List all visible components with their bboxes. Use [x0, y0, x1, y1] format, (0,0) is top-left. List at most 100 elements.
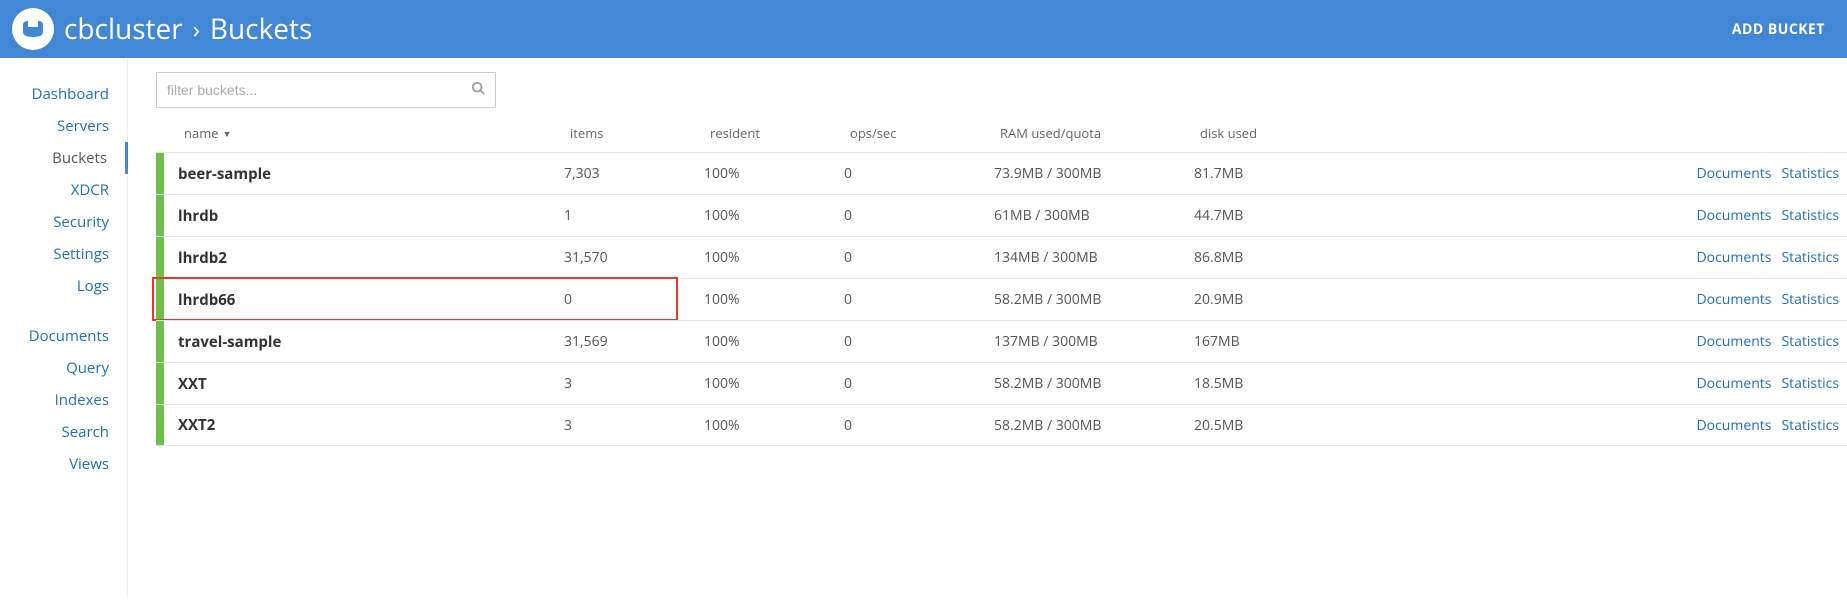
documents-link[interactable]: Documents: [1697, 164, 1772, 183]
row-actions: Documents Statistics: [1364, 195, 1847, 236]
bucket-name[interactable]: lhrdb2: [164, 248, 564, 268]
layout: DashboardServersBucketsXDCRSecuritySetti…: [0, 58, 1847, 598]
documents-link[interactable]: Documents: [1697, 332, 1772, 351]
search-icon[interactable]: [471, 81, 485, 100]
bucket-disk: 44.7MB: [1194, 206, 1364, 225]
table-row[interactable]: lhrdb231,570100%0134MB / 300MB86.8MBDocu…: [156, 236, 1847, 278]
bucket-name[interactable]: XXT: [164, 374, 564, 394]
statistics-link[interactable]: Statistics: [1781, 164, 1839, 183]
row-actions: Documents Statistics: [1364, 237, 1847, 278]
row-actions: Documents Statistics: [1364, 363, 1847, 404]
bucket-name[interactable]: lhrdb66: [164, 290, 564, 310]
sidebar: DashboardServersBucketsXDCRSecuritySetti…: [0, 58, 128, 598]
bucket-ram: 61MB / 300MB: [994, 206, 1194, 225]
add-bucket-button[interactable]: ADD BUCKET: [1732, 20, 1825, 39]
bucket-ops: 0: [844, 164, 994, 183]
bucket-ram: 58.2MB / 300MB: [994, 416, 1194, 435]
bucket-disk: 20.5MB: [1194, 416, 1364, 435]
row-actions: Documents Statistics: [1364, 321, 1847, 362]
sidebar-item-documents[interactable]: Documents: [0, 320, 127, 352]
col-header-ram[interactable]: RAM used/quota: [1000, 124, 1200, 142]
bucket-ops: 0: [844, 332, 994, 351]
chevron-right-icon: ›: [193, 13, 200, 46]
bucket-ops: 0: [844, 206, 994, 225]
statistics-link[interactable]: Statistics: [1781, 206, 1839, 225]
filter-buckets-input[interactable]: [167, 82, 471, 98]
filter-wrap[interactable]: [156, 72, 496, 108]
col-header-disk[interactable]: disk used: [1200, 124, 1370, 142]
bucket-ops: 0: [844, 416, 994, 435]
table-row[interactable]: lhrdb1100%061MB / 300MB44.7MB Documents St…: [156, 194, 1847, 236]
sidebar-item-servers[interactable]: Servers: [0, 110, 127, 142]
bucket-items: 3: [564, 416, 704, 435]
sidebar-item-buckets[interactable]: Buckets: [0, 142, 128, 174]
bucket-items: 31,569: [564, 332, 704, 351]
bucket-items: 1: [564, 206, 704, 225]
sidebar-item-search[interactable]: Search: [0, 416, 127, 448]
bucket-items: 7,303: [564, 164, 704, 183]
cluster-name[interactable]: cbcluster: [64, 10, 183, 48]
col-header-items[interactable]: items: [570, 124, 710, 142]
bucket-name[interactable]: travel-sample: [164, 332, 564, 352]
status-indicator: [156, 237, 164, 278]
bucket-ram: 134MB / 300MB: [994, 248, 1194, 267]
bucket-ram: 58.2MB / 300MB: [994, 290, 1194, 309]
bucket-items: 31,570: [564, 248, 704, 267]
table-row[interactable]: travel-sample31,569100%0137MB / 300MB167…: [156, 320, 1847, 362]
sidebar-item-indexes[interactable]: Indexes: [0, 384, 127, 416]
col-header-name[interactable]: name ▼: [170, 124, 570, 142]
sidebar-item-security[interactable]: Security: [0, 206, 127, 238]
table-row[interactable]: XXT3100%058.2MB / 300MB18.5MBDocumentsSt…: [156, 362, 1847, 404]
bucket-disk: 167MB: [1194, 332, 1364, 351]
documents-link[interactable]: Documents: [1697, 248, 1772, 267]
documents-link[interactable]: Documents: [1697, 290, 1772, 309]
bucket-resident: 100%: [704, 248, 844, 267]
col-header-name-label: name: [184, 124, 219, 142]
table-row[interactable]: XXT23100%058.2MB / 300MB20.5MB Documents S…: [156, 404, 1847, 446]
col-header-resident[interactable]: resident: [710, 124, 850, 142]
bucket-ops: 0: [844, 290, 994, 309]
bucket-name[interactable]: lhrdb: [164, 206, 564, 226]
bucket-resident: 100%: [704, 164, 844, 183]
col-header-ops[interactable]: ops/sec: [850, 124, 1000, 142]
bucket-ram: 137MB / 300MB: [994, 332, 1194, 351]
topbar-left: cbcluster › Buckets: [12, 8, 312, 50]
table-body: beer-sample7,303100%073.9MB / 300MB81.7M…: [156, 152, 1847, 446]
statistics-link[interactable]: Statistics: [1781, 416, 1839, 435]
section-name: Buckets: [210, 10, 312, 48]
documents-link[interactable]: Documents: [1697, 416, 1772, 435]
couchbase-logo-icon: [19, 15, 47, 43]
sidebar-item-xdcr[interactable]: XDCR: [0, 174, 127, 206]
bucket-resident: 100%: [704, 206, 844, 225]
statistics-link[interactable]: Statistics: [1781, 332, 1839, 351]
row-actions: Documents Statistics: [1364, 153, 1847, 194]
sidebar-item-dashboard[interactable]: Dashboard: [0, 78, 127, 110]
table-row[interactable]: lhrdb660100%058.2MB / 300MB20.9MBDocumen…: [156, 278, 1847, 320]
table-row[interactable]: beer-sample7,303100%073.9MB / 300MB81.7M…: [156, 152, 1847, 194]
bucket-disk: 81.7MB: [1194, 164, 1364, 183]
breadcrumb: cbcluster › Buckets: [64, 10, 312, 48]
bucket-disk: 18.5MB: [1194, 374, 1364, 393]
row-actions: Documents Statistics: [1364, 405, 1847, 445]
bucket-ram: 58.2MB / 300MB: [994, 374, 1194, 393]
sidebar-item-settings[interactable]: Settings: [0, 238, 127, 270]
table-header: name ▼ items resident ops/sec RAM used/q…: [156, 118, 1847, 152]
documents-link[interactable]: Documents: [1697, 374, 1772, 393]
sidebar-gap: [0, 302, 127, 320]
sidebar-item-views[interactable]: Views: [0, 448, 127, 480]
documents-link[interactable]: Documents: [1697, 206, 1772, 225]
bucket-name[interactable]: XXT2: [164, 415, 564, 435]
buckets-table: name ▼ items resident ops/sec RAM used/q…: [156, 118, 1847, 446]
bucket-disk: 86.8MB: [1194, 248, 1364, 267]
sidebar-item-query[interactable]: Query: [0, 352, 127, 384]
statistics-link[interactable]: Statistics: [1781, 290, 1839, 309]
bucket-name[interactable]: beer-sample: [164, 164, 564, 184]
statistics-link[interactable]: Statistics: [1781, 248, 1839, 267]
couchbase-logo[interactable]: [12, 8, 54, 50]
bucket-ops: 0: [844, 374, 994, 393]
status-indicator: [156, 279, 164, 320]
sidebar-item-logs[interactable]: Logs: [0, 270, 127, 302]
bucket-ops: 0: [844, 248, 994, 267]
bucket-resident: 100%: [704, 416, 844, 435]
statistics-link[interactable]: Statistics: [1781, 374, 1839, 393]
